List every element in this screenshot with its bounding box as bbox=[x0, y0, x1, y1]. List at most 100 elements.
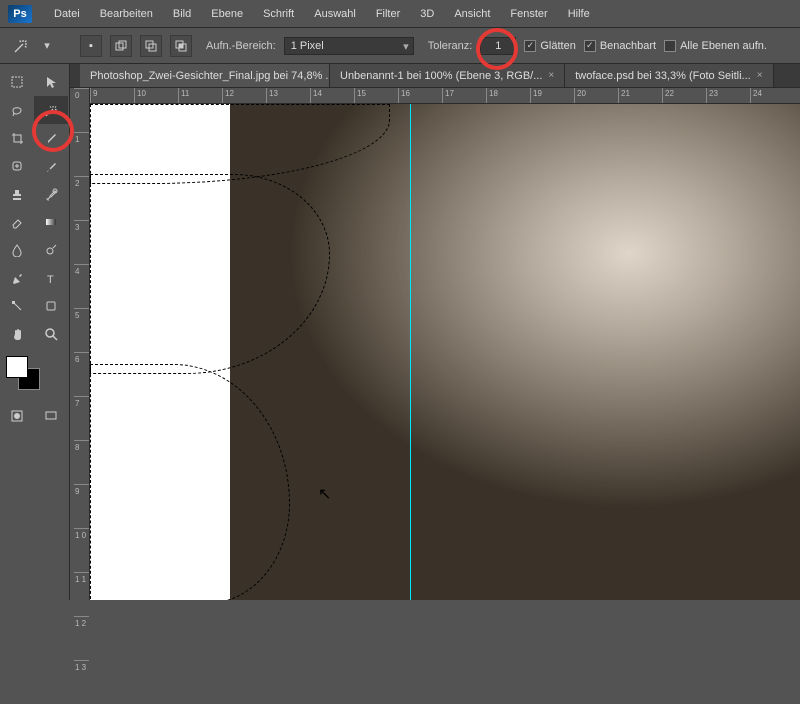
tab-label: twoface.psd bei 33,3% (Foto Seitli... bbox=[575, 70, 750, 82]
tool-eyedrop[interactable] bbox=[34, 124, 68, 152]
tool-gradient[interactable] bbox=[34, 208, 68, 236]
document-tab[interactable]: Unbenannt-1 bei 100% (Ebene 3, RGB/... × bbox=[330, 64, 565, 87]
menu-auswahl[interactable]: Auswahl bbox=[304, 4, 366, 24]
tool-lasso[interactable] bbox=[0, 96, 34, 124]
tool-hand[interactable] bbox=[0, 320, 34, 348]
tool-history[interactable] bbox=[34, 180, 68, 208]
menu-filter[interactable]: Filter bbox=[366, 4, 410, 24]
ruler-tick: 6 bbox=[74, 352, 89, 396]
ruler-tick: 23 bbox=[706, 88, 750, 103]
tool-crop[interactable] bbox=[0, 124, 34, 152]
tool-arrow[interactable] bbox=[34, 68, 68, 96]
chevron-down-icon: ▾ bbox=[38, 37, 56, 55]
menu-bar: Ps DateiBearbeitenBildEbeneSchriftAuswah… bbox=[0, 0, 800, 28]
ruler-tick: 7 bbox=[74, 396, 89, 440]
ruler-tick: 24 bbox=[750, 88, 794, 103]
ruler-tick: 16 bbox=[398, 88, 442, 103]
close-icon[interactable]: × bbox=[548, 70, 554, 81]
ruler-horizontal: 9101112131415161718192021222324 bbox=[90, 88, 800, 104]
ruler-tick: 4 bbox=[74, 264, 89, 308]
app-logo: Ps bbox=[8, 5, 32, 23]
selection-intersect-button[interactable] bbox=[170, 35, 192, 57]
ruler-tick: 18 bbox=[486, 88, 530, 103]
ruler-tick: 1 3 bbox=[74, 660, 89, 704]
sample-size-dropdown[interactable]: 1 Pixel bbox=[284, 37, 414, 55]
menu-datei[interactable]: Datei bbox=[44, 4, 90, 24]
tool-stamp[interactable] bbox=[0, 180, 34, 208]
menu-schrift[interactable]: Schrift bbox=[253, 4, 304, 24]
ruler-tick: 3 bbox=[74, 220, 89, 264]
tool-zoom[interactable] bbox=[34, 320, 68, 348]
all-layers-label: Alle Ebenen aufn. bbox=[680, 40, 767, 52]
tool-pen[interactable] bbox=[0, 264, 34, 292]
antialias-checkbox[interactable]: ✓ bbox=[524, 40, 536, 52]
ruler-tick: 20 bbox=[574, 88, 618, 103]
ruler-tick: 0 bbox=[74, 88, 89, 132]
ruler-tick: 9 bbox=[74, 484, 89, 528]
tool-marquee[interactable] bbox=[0, 68, 34, 96]
close-icon[interactable]: × bbox=[757, 70, 763, 81]
ruler-tick: 12 bbox=[222, 88, 266, 103]
foreground-swatch[interactable] bbox=[6, 356, 28, 378]
ruler-tick: 5 bbox=[74, 308, 89, 352]
ruler-tick: 21 bbox=[618, 88, 662, 103]
tool-wand[interactable] bbox=[34, 96, 68, 124]
svg-text:T: T bbox=[47, 274, 54, 285]
guide-vertical[interactable] bbox=[410, 104, 411, 600]
ruler-tick: 1 1 bbox=[74, 572, 89, 616]
ruler-tick: 9 bbox=[90, 88, 134, 103]
tool-heal[interactable] bbox=[0, 152, 34, 180]
tolerance-input[interactable]: 1 bbox=[480, 37, 516, 55]
tolerance-label: Toleranz: bbox=[428, 40, 473, 52]
options-bar: ▾ ▪ Aufn.-Bereich: 1 Pixel Toleranz: 1 ✓… bbox=[0, 28, 800, 64]
tab-label: Unbenannt-1 bei 100% (Ebene 3, RGB/... bbox=[340, 70, 542, 82]
menu-bild[interactable]: Bild bbox=[163, 4, 201, 24]
ruler-tick: 1 2 bbox=[74, 616, 89, 660]
ruler-tick: 17 bbox=[442, 88, 486, 103]
contiguous-label: Benachbart bbox=[600, 40, 656, 52]
ruler-tick: 22 bbox=[662, 88, 706, 103]
ruler-tick: 15 bbox=[354, 88, 398, 103]
selection-add-button[interactable] bbox=[110, 35, 132, 57]
ruler-tick: 1 bbox=[74, 132, 89, 176]
ruler-tick: 2 bbox=[74, 176, 89, 220]
menu-bearbeiten[interactable]: Bearbeiten bbox=[90, 4, 163, 24]
document-image bbox=[230, 104, 800, 600]
screenmode-button[interactable] bbox=[34, 402, 68, 430]
tab-label: Photoshop_Zwei-Gesichter_Final.jpg bei 7… bbox=[90, 70, 330, 82]
color-swatches[interactable] bbox=[6, 356, 46, 396]
quickmask-button[interactable] bbox=[0, 402, 34, 430]
ruler-vertical: 01234567891 01 11 21 3 bbox=[74, 88, 90, 600]
menu-hilfe[interactable]: Hilfe bbox=[558, 4, 600, 24]
cursor-icon: ↖ bbox=[318, 484, 331, 504]
wand-icon bbox=[12, 37, 30, 55]
ruler-tick: 19 bbox=[530, 88, 574, 103]
selection-new-button[interactable]: ▪ bbox=[80, 35, 102, 57]
ruler-tick: 8 bbox=[74, 440, 89, 484]
tool-type[interactable]: T bbox=[34, 264, 68, 292]
tool-eraser[interactable] bbox=[0, 208, 34, 236]
tool-brush[interactable] bbox=[34, 152, 68, 180]
ruler-tick: 11 bbox=[178, 88, 222, 103]
document-tab[interactable]: Photoshop_Zwei-Gesichter_Final.jpg bei 7… bbox=[80, 64, 330, 87]
contiguous-checkbox[interactable]: ✓ bbox=[584, 40, 596, 52]
canvas[interactable]: ↖ bbox=[90, 104, 800, 600]
ruler-tick: 13 bbox=[266, 88, 310, 103]
selection-sub-button[interactable] bbox=[140, 35, 162, 57]
ruler-tick: 1 0 bbox=[74, 528, 89, 572]
tool-dodge[interactable] bbox=[34, 236, 68, 264]
menu-3d[interactable]: 3D bbox=[410, 4, 444, 24]
menu-ebene[interactable]: Ebene bbox=[201, 4, 253, 24]
menu-ansicht[interactable]: Ansicht bbox=[444, 4, 500, 24]
document-tab[interactable]: twoface.psd bei 33,3% (Foto Seitli... × bbox=[565, 64, 773, 87]
ruler-tick: 10 bbox=[134, 88, 178, 103]
tool-path[interactable] bbox=[0, 292, 34, 320]
document-tabs: Photoshop_Zwei-Gesichter_Final.jpg bei 7… bbox=[0, 64, 800, 88]
tool-shape[interactable] bbox=[34, 292, 68, 320]
menu-fenster[interactable]: Fenster bbox=[500, 4, 557, 24]
all-layers-checkbox[interactable] bbox=[664, 40, 676, 52]
antialias-label: Glätten bbox=[540, 40, 575, 52]
ruler-tick: 14 bbox=[310, 88, 354, 103]
tool-blur[interactable] bbox=[0, 236, 34, 264]
tools-panel: T bbox=[0, 64, 70, 600]
